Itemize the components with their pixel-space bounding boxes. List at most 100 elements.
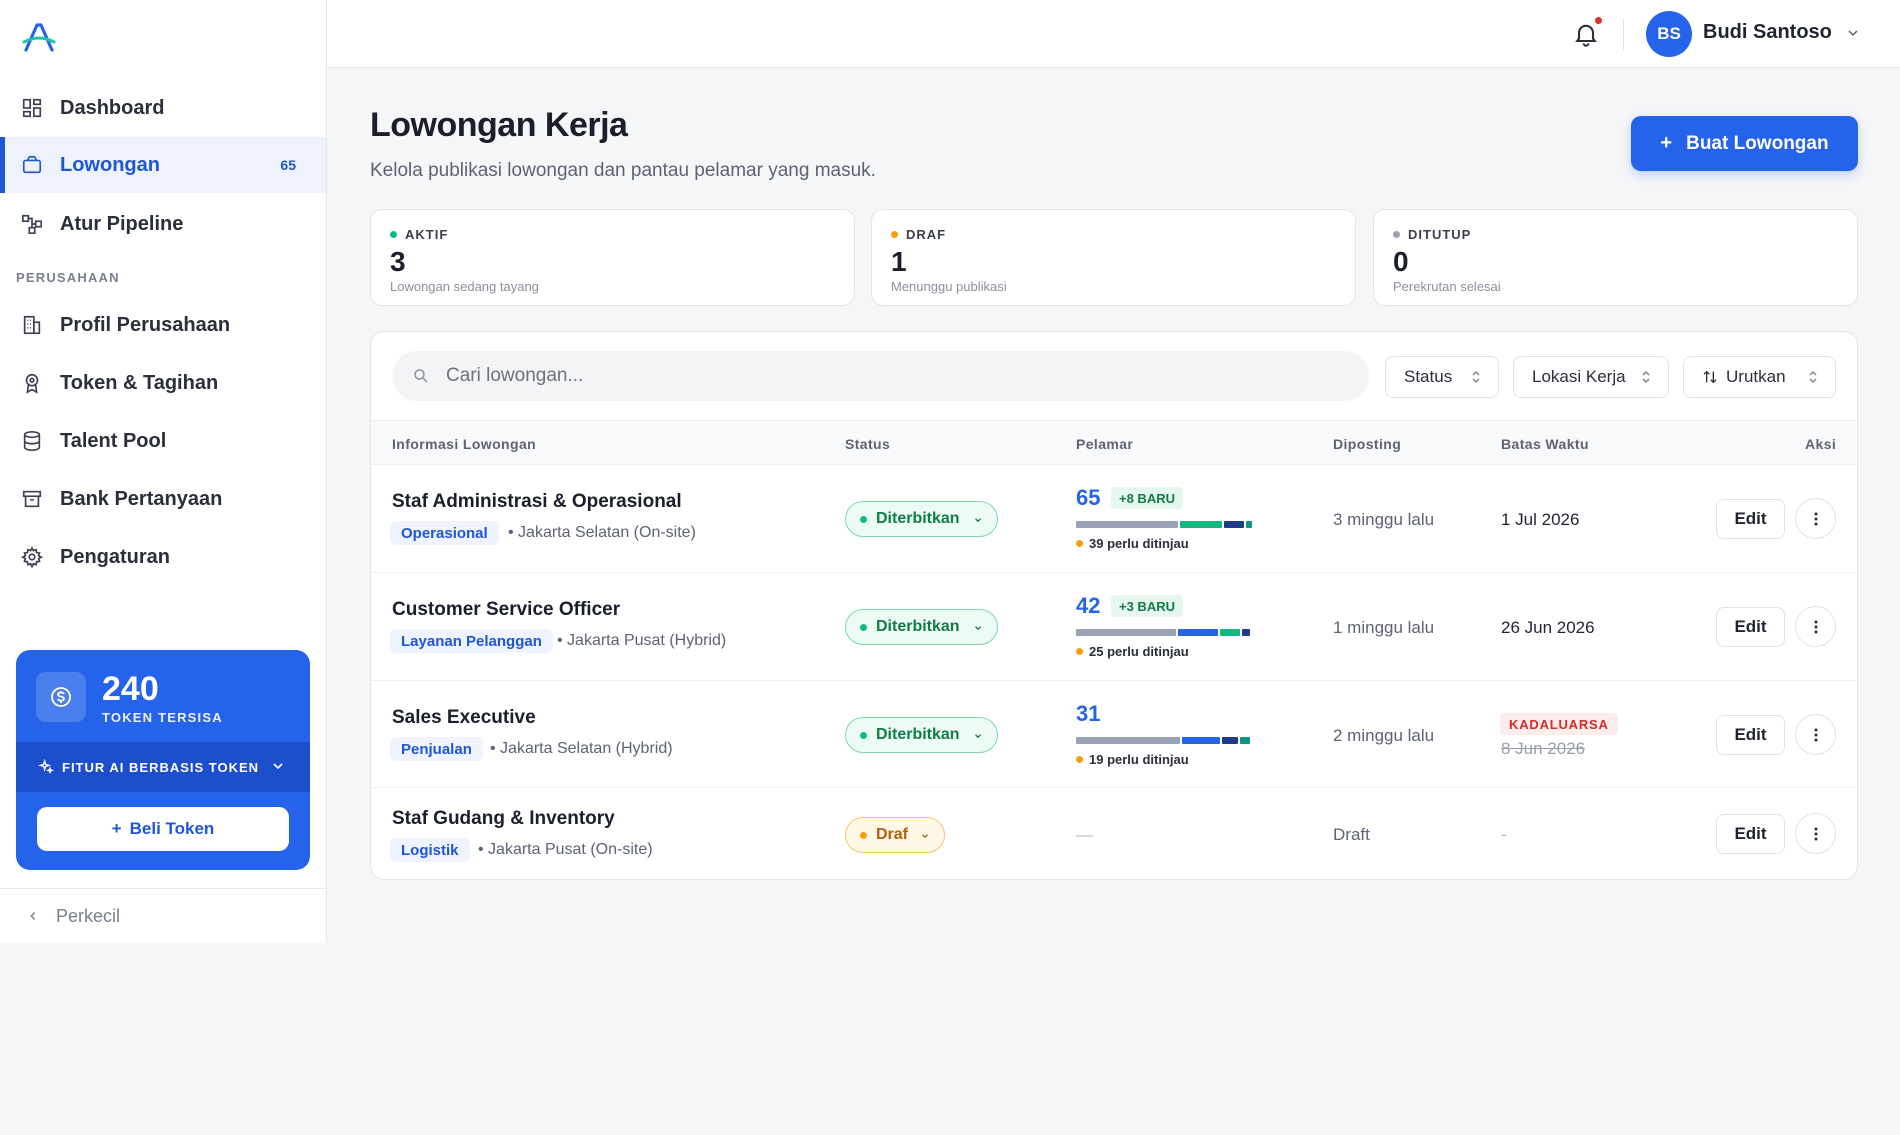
job-title[interactable]: Staf Gudang & Inventory xyxy=(392,808,615,830)
coin-icon xyxy=(36,672,86,722)
buy-token-label: Beli Token xyxy=(129,819,215,838)
column-header: Diposting xyxy=(1333,436,1402,452)
applicant-count[interactable]: 65 xyxy=(1076,485,1100,511)
table-row[interactable]: Staf Administrasi & Operasional Operasio… xyxy=(371,465,1857,573)
divider xyxy=(1623,18,1624,50)
job-title[interactable]: Customer Service Officer xyxy=(392,599,620,621)
buy-token-button[interactable]: + Beli Token xyxy=(37,807,289,851)
sidebar-item-pipeline[interactable]: Atur Pipeline xyxy=(0,196,326,252)
status-filter[interactable]: Status xyxy=(1385,356,1499,398)
sidebar-item-company-profile[interactable]: Profil Perusahaan xyxy=(0,297,326,353)
create-job-button[interactable]: + Buat Lowongan xyxy=(1631,116,1858,171)
avatar[interactable]: BS xyxy=(1646,11,1692,57)
status-dropdown[interactable]: Diterbitkan xyxy=(845,609,998,645)
sidebar-item-label: Dashboard xyxy=(60,96,165,119)
status-label: Diterbitkan xyxy=(876,726,960,743)
sidebar-item-lowongan[interactable]: Lowongan 65 xyxy=(0,137,326,193)
search-input[interactable]: Cari lowongan... xyxy=(392,351,1369,401)
count-badge: 65 xyxy=(280,157,296,173)
token-label: TOKEN TERSISA xyxy=(102,710,223,725)
collapse-sidebar-button[interactable]: Perkecil xyxy=(0,888,326,943)
sort-button[interactable]: Urutkan xyxy=(1683,356,1836,398)
kebab-icon xyxy=(1814,728,1817,741)
review-needed: 19 perlu ditinjau xyxy=(1076,752,1189,767)
edit-button[interactable]: Edit xyxy=(1716,715,1785,755)
dashboard-icon xyxy=(20,96,44,120)
status-dot xyxy=(891,231,898,238)
stat-card-draft: DRAF 1 Menunggu publikasi xyxy=(871,209,1356,306)
location-filter[interactable]: Lokasi Kerja xyxy=(1513,356,1669,398)
status-label: Diterbitkan xyxy=(876,510,960,527)
deadline: 1 Jul 2026 xyxy=(1501,510,1580,529)
status-dropdown[interactable]: Diterbitkan xyxy=(845,501,998,537)
job-location: • Jakarta Pusat (Hybrid) xyxy=(557,632,727,649)
category-badge: Logistik xyxy=(390,838,470,862)
edit-button[interactable]: Edit xyxy=(1716,607,1785,647)
more-options-button[interactable] xyxy=(1795,813,1836,854)
status-dropdown[interactable]: Diterbitkan xyxy=(845,717,998,753)
status-dropdown[interactable]: Draf xyxy=(845,817,945,853)
create-job-label: Buat Lowongan xyxy=(1686,132,1829,154)
table-row[interactable]: Customer Service Officer Layanan Pelangg… xyxy=(371,573,1857,681)
posted-time: 2 minggu lalu xyxy=(1333,726,1435,745)
sort-icon xyxy=(1703,370,1717,384)
applicant-progress-bar xyxy=(1076,737,1252,744)
sidebar-item-token[interactable]: Token & Tagihan xyxy=(0,355,326,411)
review-label: 19 perlu ditinjau xyxy=(1089,752,1189,767)
category-badge: Operasional xyxy=(390,521,499,545)
more-options-button[interactable] xyxy=(1795,498,1836,539)
category-badge: Layanan Pelanggan xyxy=(390,629,553,653)
sidebar-item-dashboard[interactable]: Dashboard xyxy=(0,80,326,136)
sort-arrows-icon xyxy=(1642,370,1650,384)
chevron-down-icon[interactable] xyxy=(1845,25,1861,41)
stat-label: AKTIF xyxy=(405,227,449,242)
user-name[interactable]: Budi Santoso xyxy=(1703,21,1832,44)
sidebar-item-settings[interactable]: Pengaturan xyxy=(0,529,326,585)
bar-segment xyxy=(1178,629,1218,636)
sidebar-item-question-bank[interactable]: Bank Pertanyaan xyxy=(0,471,326,527)
archive-icon xyxy=(20,487,44,511)
section-label: PERUSAHAAN xyxy=(16,270,120,285)
pipeline-icon xyxy=(20,212,44,236)
table-row[interactable]: Sales Executive Penjualan • Jakarta Sela… xyxy=(371,681,1857,788)
stat-value: 0 xyxy=(1393,246,1409,277)
job-title[interactable]: Sales Executive xyxy=(392,707,536,729)
job-title[interactable]: Staf Administrasi & Operasional xyxy=(392,491,682,513)
status-dot xyxy=(1076,540,1083,547)
sidebar-item-label: Pengaturan xyxy=(60,545,171,568)
sidebar-item-talent-pool[interactable]: Talent Pool xyxy=(0,413,326,469)
stat-desc: Perekrutan selesai xyxy=(1393,279,1501,294)
database-icon xyxy=(20,429,44,453)
more-options-button[interactable] xyxy=(1795,606,1836,647)
applicant-count[interactable]: 42 xyxy=(1076,593,1100,619)
applicant-count[interactable]: 31 xyxy=(1076,701,1100,727)
logo-icon[interactable] xyxy=(22,20,56,54)
more-options-button[interactable] xyxy=(1795,714,1836,755)
review-label: 25 perlu ditinjau xyxy=(1089,644,1189,659)
bell-icon[interactable] xyxy=(1572,20,1600,48)
stat-value: 1 xyxy=(891,246,907,277)
status-dot xyxy=(860,623,867,631)
bar-segment xyxy=(1240,737,1250,744)
stat-value: 3 xyxy=(390,246,406,277)
status-dot xyxy=(860,831,867,839)
edit-button[interactable]: Edit xyxy=(1716,814,1785,854)
status-dot xyxy=(1393,231,1400,238)
page-title: Lowongan Kerja xyxy=(370,106,628,144)
edit-button[interactable]: Edit xyxy=(1716,499,1785,539)
sidebar-item-label: Token & Tagihan xyxy=(60,371,219,394)
column-header: Informasi Lowongan xyxy=(392,436,537,452)
column-header: Status xyxy=(845,436,891,452)
plus-icon: + xyxy=(111,819,122,838)
chevron-down-icon xyxy=(975,518,981,523)
bar-segment xyxy=(1182,737,1220,744)
posted-time: 1 minggu lalu xyxy=(1333,618,1435,637)
stat-desc: Lowongan sedang tayang xyxy=(390,279,539,294)
bar-segment xyxy=(1076,521,1178,528)
applicant-progress-bar xyxy=(1076,629,1252,636)
ai-feature-toggle[interactable]: FITUR AI BERBASIS TOKEN xyxy=(16,742,310,792)
search-icon xyxy=(414,369,428,383)
table-row[interactable]: Staf Gudang & Inventory Logistik • Jakar… xyxy=(371,788,1857,879)
status-dot xyxy=(860,515,867,523)
table-header: Informasi Lowongan Status Pelamar Dipost… xyxy=(371,420,1857,465)
